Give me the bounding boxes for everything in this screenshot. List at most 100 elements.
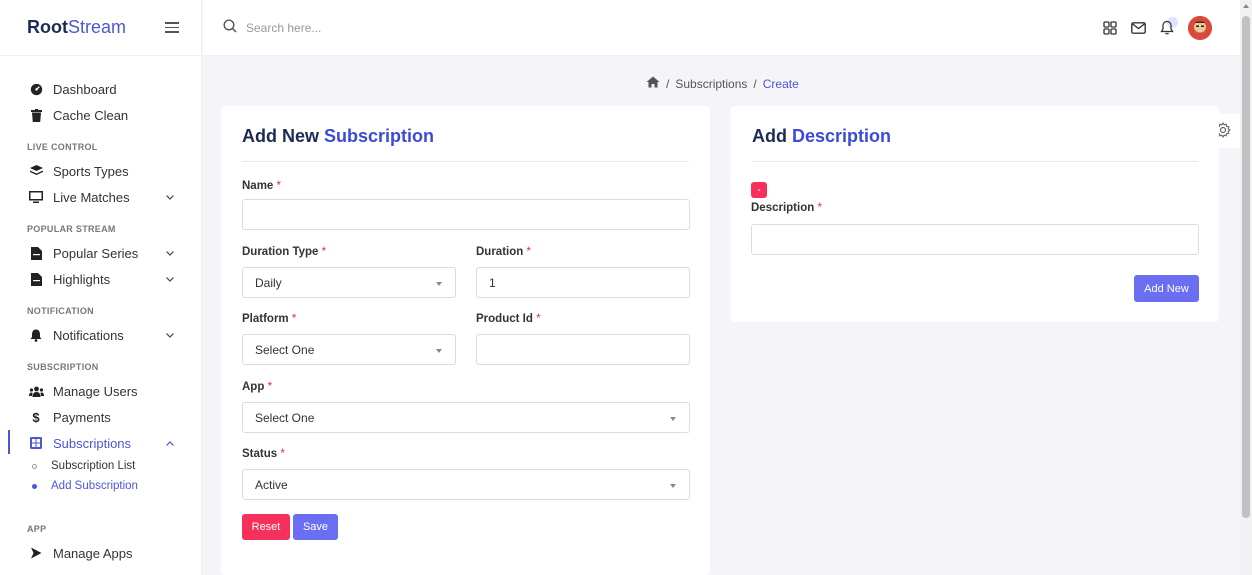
sidebar-subitem-label: Subscription List bbox=[51, 460, 136, 472]
form-title-part1: Add New bbox=[242, 126, 320, 146]
platform-label-text: Platform bbox=[242, 313, 289, 325]
name-field[interactable] bbox=[242, 199, 690, 230]
sidebar-subitem-add-subscription[interactable]: Add Subscription bbox=[0, 476, 201, 496]
app-label-text: App bbox=[242, 381, 265, 393]
required-mark: * bbox=[536, 313, 541, 325]
sidebar-item-highlights[interactable]: Highlights bbox=[0, 266, 201, 292]
divider bbox=[752, 161, 1198, 162]
sidebar-item-cache-clean[interactable]: Cache Clean bbox=[0, 102, 201, 128]
form-title-part2: Subscription bbox=[324, 126, 435, 146]
chevron-down-icon bbox=[165, 330, 175, 340]
breadcrumb-subscriptions[interactable]: Subscriptions bbox=[675, 77, 747, 91]
save-button[interactable]: Save bbox=[293, 514, 338, 540]
required-mark: * bbox=[280, 448, 285, 460]
product-id-field[interactable] bbox=[476, 334, 690, 365]
users-icon bbox=[27, 386, 45, 397]
description-label: Description * bbox=[751, 202, 822, 214]
divider bbox=[242, 161, 689, 162]
play-icon bbox=[27, 547, 45, 559]
product-id-label-text: Product Id bbox=[476, 313, 533, 325]
name-label: Name * bbox=[242, 180, 281, 192]
topbar-actions bbox=[1089, 15, 1212, 40]
scroll-up-arrow-icon[interactable] bbox=[1243, 4, 1249, 8]
sidebar-item-sports-types[interactable]: Sports Types bbox=[0, 158, 201, 184]
file-icon bbox=[27, 272, 45, 286]
required-mark: * bbox=[267, 381, 273, 393]
name-label-text: Name bbox=[242, 180, 274, 192]
sidebar-item-label: Live Matches bbox=[53, 189, 130, 205]
description-title-part1: Add bbox=[752, 126, 787, 146]
page-scrollbar[interactable] bbox=[1240, 0, 1252, 575]
apps-grid-icon[interactable] bbox=[1103, 20, 1117, 35]
notification-bell-icon[interactable] bbox=[1160, 17, 1178, 35]
sidebar-item-dashboard[interactable]: Dashboard bbox=[0, 76, 201, 102]
section-popular-stream: POPULAR STREAM bbox=[27, 224, 116, 234]
duration-label: Duration * bbox=[476, 246, 531, 258]
reset-button[interactable]: Reset bbox=[242, 514, 290, 540]
sidebar-item-payments[interactable]: $ Payments bbox=[0, 404, 201, 430]
duration-field[interactable]: 1 bbox=[476, 267, 690, 298]
required-mark: * bbox=[817, 202, 822, 214]
status-value: Active bbox=[255, 477, 288, 492]
product-id-label: Product Id * bbox=[476, 313, 541, 325]
scrollbar-thumb[interactable] bbox=[1242, 16, 1250, 518]
sidebar-item-subscriptions[interactable]: Subscriptions bbox=[0, 430, 201, 456]
platform-label: Platform * bbox=[242, 313, 296, 325]
file-icon bbox=[27, 246, 45, 260]
dropdown-caret-icon bbox=[670, 484, 676, 488]
breadcrumb-separator: / bbox=[666, 76, 670, 91]
sidebar-item-label: Highlights bbox=[53, 271, 111, 287]
breadcrumb-separator: / bbox=[753, 76, 757, 91]
trash-icon bbox=[27, 108, 45, 122]
required-mark: * bbox=[526, 246, 531, 258]
required-mark: * bbox=[291, 313, 297, 325]
bullet-icon bbox=[32, 483, 37, 489]
app-select[interactable]: Select One bbox=[242, 402, 690, 433]
duration-type-value: Daily bbox=[255, 275, 282, 290]
brand-bar: RootStream bbox=[0, 0, 201, 56]
required-mark: * bbox=[321, 246, 327, 258]
sidebar-item-manage-users[interactable]: Manage Users bbox=[0, 378, 201, 404]
section-subscription: SUBSCRIPTION bbox=[27, 362, 99, 372]
sidebar-item-label: Manage Apps bbox=[53, 545, 133, 561]
chevron-down-icon bbox=[165, 192, 175, 202]
dashboard-icon bbox=[27, 83, 45, 96]
brand-name-part1: Root bbox=[27, 17, 68, 37]
user-avatar[interactable] bbox=[1188, 15, 1212, 40]
sidebar-item-popular-series[interactable]: Popular Series bbox=[0, 240, 201, 266]
dropdown-caret-icon bbox=[670, 417, 676, 421]
sidebar-item-live-matches[interactable]: Live Matches bbox=[0, 184, 201, 210]
app-value: Select One bbox=[255, 410, 315, 425]
sidebar-subitem-subscription-list[interactable]: Subscription List bbox=[0, 456, 201, 476]
chevron-up-icon bbox=[165, 438, 175, 448]
duration-type-select[interactable]: Daily bbox=[242, 267, 456, 298]
sidebar-item-notifications[interactable]: Notifications bbox=[0, 322, 201, 348]
add-description-card: Add Description - Description * Add New bbox=[731, 106, 1219, 322]
form-title: Add New Subscription bbox=[242, 126, 434, 147]
menu-toggle-icon[interactable] bbox=[165, 22, 179, 33]
monitor-icon bbox=[27, 191, 45, 203]
mail-icon[interactable] bbox=[1131, 21, 1146, 34]
description-field[interactable] bbox=[751, 224, 1199, 255]
description-title: Add Description bbox=[752, 126, 891, 147]
status-select[interactable]: Active bbox=[242, 469, 690, 500]
add-new-button[interactable]: Add New bbox=[1134, 275, 1199, 302]
search-box[interactable]: Search here... bbox=[223, 19, 1089, 36]
platform-select[interactable]: Select One bbox=[242, 334, 456, 365]
brand-name-part2: Stream bbox=[67, 17, 127, 37]
sidebar-item-manage-apps[interactable]: Manage Apps bbox=[0, 540, 201, 566]
sidebar-item-label: Dashboard bbox=[53, 81, 117, 97]
home-icon[interactable] bbox=[646, 76, 660, 91]
remove-description-button[interactable]: - bbox=[751, 182, 767, 198]
sidebar-item-label: Sports Types bbox=[53, 163, 129, 179]
sidebar-item-label: Subscriptions bbox=[53, 435, 132, 451]
description-title-part2: Description bbox=[792, 126, 892, 146]
search-input[interactable]: Search here... bbox=[246, 21, 321, 35]
breadcrumb-current: Create bbox=[762, 76, 799, 91]
required-mark: * bbox=[276, 180, 282, 192]
description-label-text: Description bbox=[751, 202, 815, 214]
bullet-icon bbox=[32, 463, 37, 469]
sidebar-item-label: Manage Users bbox=[53, 383, 138, 399]
brand-logo[interactable]: RootStream bbox=[27, 17, 126, 38]
grid-icon bbox=[27, 437, 45, 449]
